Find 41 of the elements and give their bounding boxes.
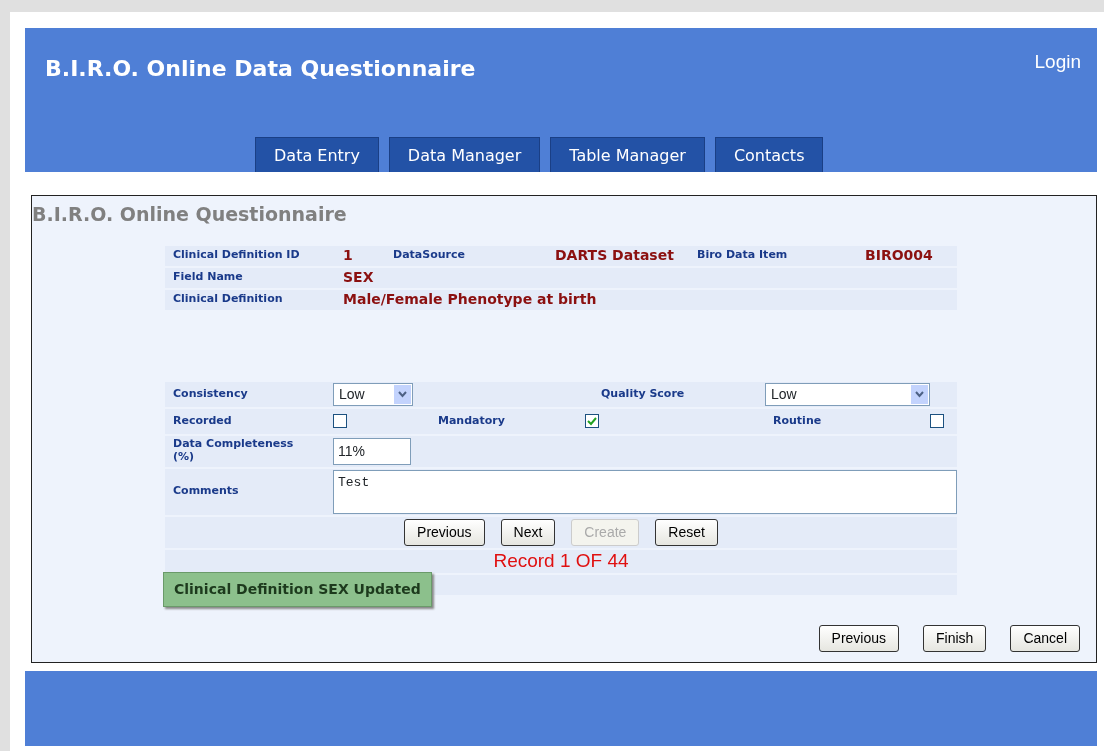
login-link[interactable]: Login [1034,28,1097,85]
field-label: Comments [172,483,240,500]
nav-tab[interactable]: Data Manager [388,137,541,172]
field-value: BIRO004 [865,246,934,265]
field-label: Biro Data Item [697,247,789,264]
record-button[interactable]: Previous [404,518,485,546]
field-label: Data Completeness (%) [172,438,295,464]
dropdown[interactable]: Low [765,382,930,406]
field-value: DARTS Dataset [555,246,675,265]
record-button[interactable]: Reset [655,518,718,546]
field-label: Consistency [172,385,249,402]
field-label: Field Name [172,269,244,286]
record-button[interactable]: Next [500,518,556,546]
nav-button[interactable]: Previous [818,624,900,652]
status-notification: Clinical Definition SEX Updated [163,571,432,607]
dropdown[interactable]: Low [333,382,413,406]
field-label: Routine [772,412,823,429]
nav-tab[interactable]: Data Entry [255,137,379,172]
nav-button[interactable]: Cancel [1010,624,1080,652]
chevron-down-icon [911,384,928,404]
record-counter: Record 1 OF 44 [493,548,629,573]
field-label: Clinical Definition [172,291,284,308]
text-input[interactable]: 11% [333,437,411,465]
checkbox[interactable] [930,414,944,428]
field-label: Quality Score [600,385,686,402]
field-label: Recorded [172,412,233,429]
checkbox[interactable] [333,414,347,428]
field-value: Male/Female Phenotype at birth [342,290,598,309]
field-label: Clinical Definition ID [172,247,301,264]
nav-button[interactable]: Finish [923,624,987,652]
nav-tab[interactable]: Contacts [714,137,824,172]
nav-tab[interactable]: Table Manager [550,137,705,172]
field-label: DataSource [392,247,466,264]
field-value: 1 [342,246,354,265]
field-value: SEX [342,268,375,287]
chevron-down-icon [394,384,411,404]
comments-field[interactable]: Test [333,469,957,514]
field-label: Mandatory [437,412,506,429]
page-heading: B.I.R.O. Online Questionnaire [32,202,348,227]
checkbox[interactable] [585,414,599,428]
site-title: B.I.R.O. Online Data Questionnaire [44,55,476,83]
